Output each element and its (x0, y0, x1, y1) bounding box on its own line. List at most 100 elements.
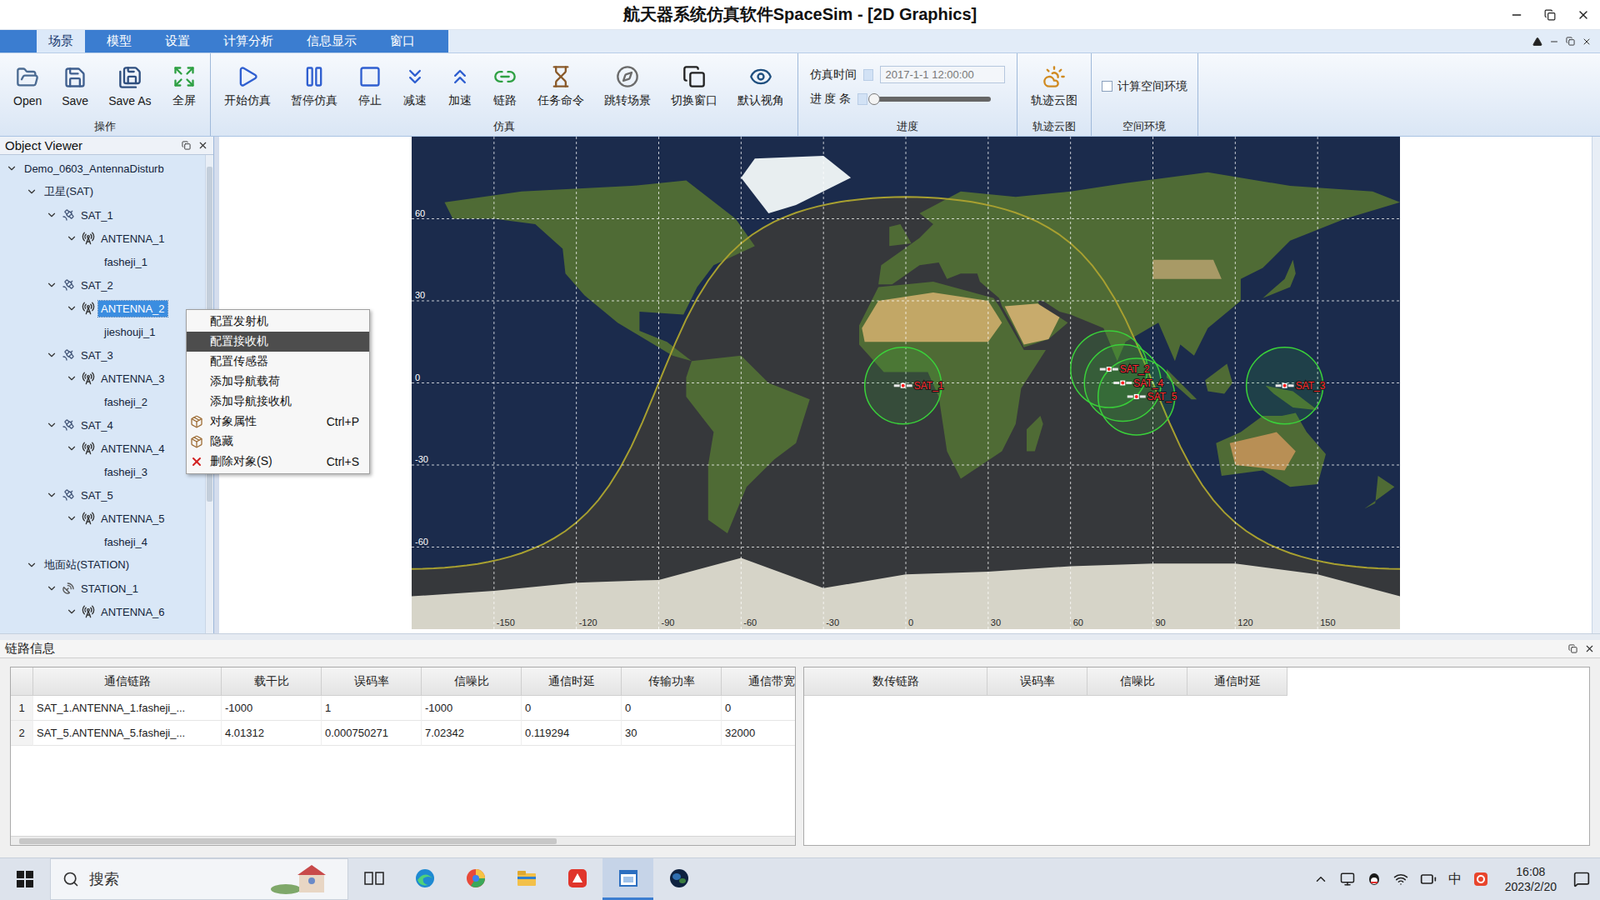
close-panel-icon[interactable] (197, 140, 209, 151)
close-button[interactable] (1566, 0, 1600, 30)
start-button[interactable] (0, 858, 50, 900)
taskbar-app[interactable] (450, 858, 501, 900)
tree-label[interactable]: ANTENNA_4 (98, 440, 168, 457)
tree-item[interactable]: ANTENNA_3 (0, 366, 205, 390)
table-cell[interactable]: -1000 (221, 695, 322, 721)
wifi-icon[interactable] (1393, 871, 1409, 887)
space-env-checkbox[interactable]: 计算空间环境 (1096, 79, 1193, 95)
table-hscrollbar[interactable] (10, 835, 795, 845)
menu-tab[interactable]: 计算分析 (211, 30, 285, 53)
ribbon-button[interactable]: Open (5, 57, 50, 116)
show-hidden-icons-icon[interactable] (1313, 871, 1329, 887)
satellite-marker[interactable]: SAT_2 (1099, 363, 1150, 375)
expand-toggle[interactable] (65, 231, 79, 245)
tree-label[interactable]: jieshouji_1 (101, 324, 158, 340)
tree-item[interactable]: SAT_5 (0, 483, 205, 507)
column-header[interactable]: 数传链路 (804, 667, 988, 696)
table-cell[interactable]: 4.01312 (221, 720, 322, 746)
tree-item[interactable]: fasheji_4 (0, 530, 205, 554)
sogou-icon[interactable] (1473, 871, 1489, 887)
horizontal-splitter[interactable] (0, 633, 1600, 640)
menu-tab[interactable]: 模型 (95, 30, 144, 53)
mdi-close-icon[interactable] (1581, 36, 1592, 47)
tree-item[interactable]: ANTENNA_6 (0, 600, 205, 624)
float-panel-icon[interactable] (181, 140, 191, 150)
mdi-restore-icon[interactable] (1565, 36, 1575, 46)
close-panel-icon[interactable] (1584, 643, 1595, 655)
menu-tab[interactable]: 窗口 (378, 30, 427, 53)
ribbon-button[interactable]: 切换窗口 (662, 57, 726, 116)
table-cell[interactable]: 30 (621, 720, 722, 746)
context-menu-item[interactable]: 添加导航接收机 (186, 391, 370, 412)
table-cell[interactable]: 1 (321, 695, 422, 721)
table-cell[interactable]: 0.000750271 (321, 720, 422, 746)
tree-label[interactable]: Demo_0603_AntennaDisturb (21, 160, 167, 177)
context-menu-item[interactable]: 配置发射机 (186, 311, 370, 332)
ribbon-button[interactable]: 轨迹云图 (1022, 57, 1086, 116)
restore-button[interactable] (1533, 0, 1567, 30)
tree-label[interactable]: fasheji_2 (101, 394, 150, 410)
tree-label[interactable]: 地面站(STATION) (41, 555, 132, 575)
tree-label[interactable]: fasheji_3 (101, 464, 150, 480)
tree-item[interactable]: SAT_4 (0, 413, 205, 437)
network-card-icon[interactable] (1340, 871, 1355, 887)
taskbar-app[interactable] (348, 858, 400, 900)
battery-icon[interactable] (1420, 870, 1437, 888)
expand-toggle[interactable] (65, 301, 79, 315)
taskbar-app[interactable] (602, 858, 654, 900)
tree-label[interactable]: SAT_5 (78, 487, 116, 504)
row-header[interactable]: 1 (10, 695, 34, 721)
tree-item[interactable]: SAT_1 (0, 203, 205, 227)
column-header[interactable]: 通信时延 (521, 667, 622, 696)
ribbon-button[interactable]: 开始仿真 (215, 57, 280, 116)
progress-slider[interactable] (874, 96, 991, 102)
tree-label[interactable]: SAT_3 (78, 347, 116, 364)
context-menu-item[interactable]: 添加导航载荷 (186, 371, 370, 392)
expand-toggle[interactable] (45, 488, 59, 502)
ribbon-button[interactable]: 跳转场景 (595, 57, 660, 116)
taskbar-app[interactable] (500, 858, 552, 900)
expand-toggle[interactable] (65, 441, 79, 455)
expand-toggle[interactable] (5, 161, 19, 175)
satellite-marker[interactable]: SAT_1 (893, 380, 944, 392)
qq-icon[interactable] (1366, 871, 1382, 887)
mdi-minimize-icon[interactable] (1549, 36, 1560, 47)
ribbon-button[interactable]: 全屏 (163, 57, 205, 116)
table-cell[interactable]: 0 (721, 695, 796, 721)
menu-tab[interactable]: 设置 (153, 30, 202, 53)
column-header[interactable]: 通信链路 (33, 667, 222, 696)
tree-label[interactable]: 卫星(SAT) (41, 182, 96, 201)
tree-label[interactable]: ANTENNA_5 (98, 510, 168, 527)
tree-item[interactable]: Demo_0603_AntennaDisturb (0, 156, 205, 180)
ribbon-button[interactable]: 加速 (439, 57, 481, 116)
table-cell[interactable]: 0 (621, 695, 722, 721)
tree-label[interactable]: SAT_1 (78, 207, 116, 224)
tree-item[interactable]: ANTENNA_1 (0, 226, 205, 250)
context-menu-item[interactable]: 配置传感器 (186, 351, 370, 372)
clock[interactable]: 16:082023/2/20 (1500, 864, 1562, 895)
expand-toggle[interactable] (25, 558, 39, 572)
satellite-marker[interactable]: SAT_3 (1275, 380, 1325, 392)
tree-item[interactable]: jieshouji_1 (0, 320, 205, 344)
context-menu-item[interactable]: 删除对象(S)Ctrl+S (186, 451, 370, 472)
context-menu-item[interactable]: 隐藏 (186, 431, 370, 452)
table-cell[interactable]: -1000 (421, 695, 522, 721)
tree-label[interactable]: ANTENNA_3 (98, 370, 168, 387)
table-cell[interactable]: 32000 (721, 720, 796, 746)
taskbar-app[interactable] (399, 858, 450, 900)
collapse-ribbon-icon[interactable] (1532, 36, 1543, 47)
column-header[interactable]: 信噪比 (421, 667, 522, 696)
expand-toggle[interactable] (45, 418, 59, 432)
tree-label[interactable]: STATION_1 (78, 580, 141, 597)
scroll-thumb[interactable] (19, 838, 557, 845)
tree-label[interactable]: fasheji_4 (101, 534, 150, 550)
context-menu-item[interactable]: 对象属性Ctrl+P (186, 411, 370, 432)
slider-thumb[interactable] (868, 93, 880, 105)
expand-toggle[interactable] (65, 511, 79, 525)
expand-toggle[interactable] (25, 185, 39, 199)
menu-tab[interactable]: 场景 (36, 30, 85, 53)
column-header[interactable] (10, 667, 34, 696)
ribbon-button[interactable]: 任务命令 (529, 57, 593, 116)
tree-item[interactable]: fasheji_2 (0, 390, 205, 414)
column-header[interactable]: 载干比 (221, 667, 322, 696)
